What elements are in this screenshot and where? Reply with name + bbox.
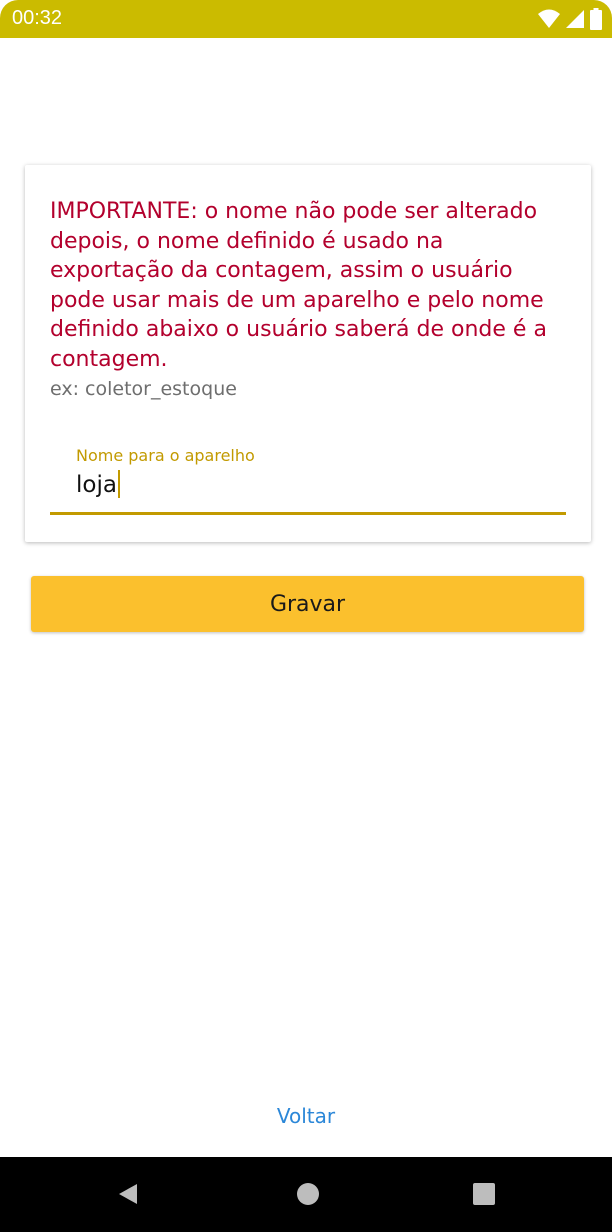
device-name-input[interactable]: loja [76,469,120,500]
status-icons [538,8,602,34]
navigation-bar [0,1157,612,1232]
device-name-label: Nome para o aparelho [76,446,255,465]
save-button[interactable]: Gravar [31,576,584,632]
text-caret [117,469,120,498]
battery-icon [590,8,602,34]
field-underline [50,512,566,515]
warning-text: IMPORTANTE: o nome não pode ser alterado… [50,199,547,372]
device-name-value: loja [76,472,117,498]
home-icon[interactable] [293,1179,323,1209]
back-link[interactable]: Voltar [0,1104,612,1128]
device-name-card: IMPORTANTE: o nome não pode ser alterado… [25,165,591,542]
status-time: 00:32 [12,7,63,29]
example-text: ex: coletor_estoque [50,378,237,400]
wifi-icon [538,9,560,33]
signal-icon [566,9,584,33]
back-icon[interactable] [113,1179,143,1209]
recents-icon[interactable] [469,1179,499,1209]
status-bar: 00:32 [0,0,612,38]
